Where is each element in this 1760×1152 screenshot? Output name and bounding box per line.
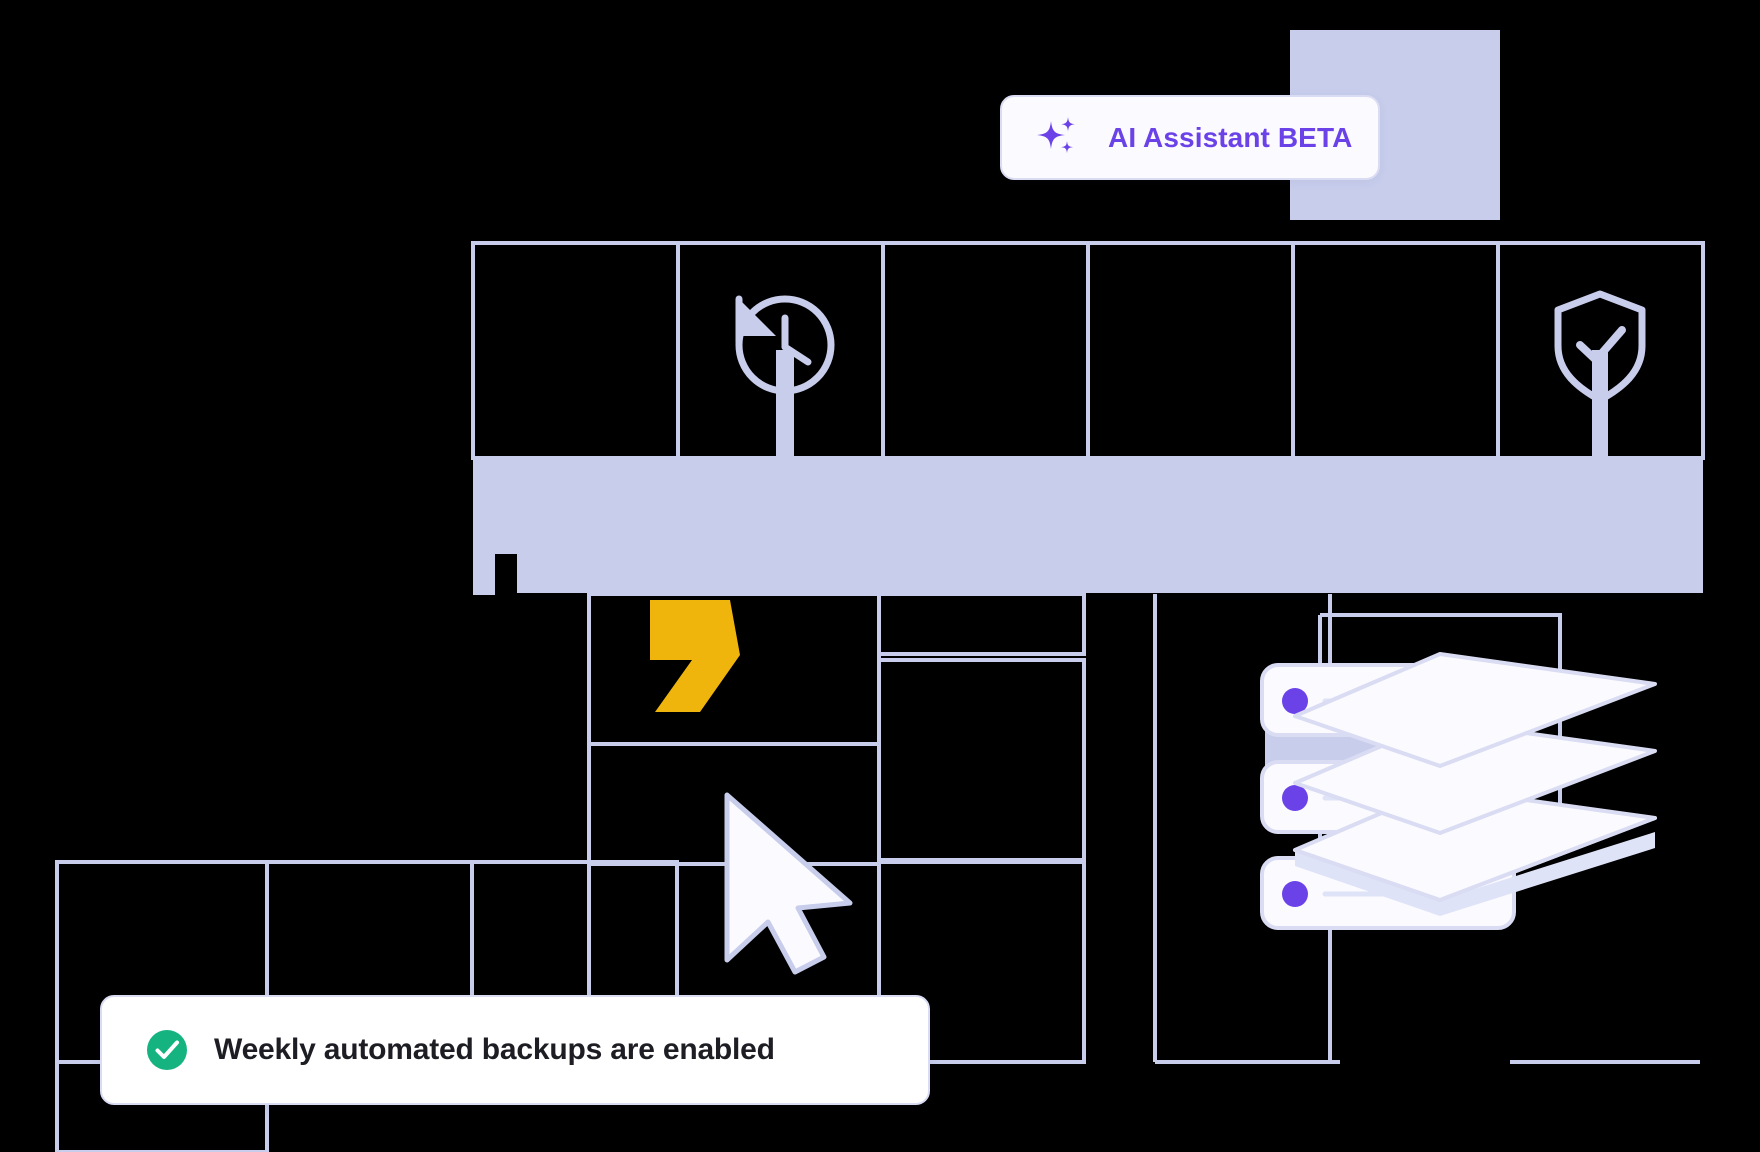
backup-status-toast[interactable]: Weekly automated backups are enabled xyxy=(100,995,930,1105)
backup-status-label: Weekly automated backups are enabled xyxy=(214,1033,775,1066)
sparkle-icon xyxy=(1037,116,1075,153)
ai-assistant-label: AI Assistant BETA xyxy=(1108,121,1353,153)
document-stack xyxy=(1293,652,1657,916)
ai-assistant-badge[interactable]: AI Assistant BETA xyxy=(1000,95,1380,180)
illustration-canvas: AI Assistant BETA Weekly automated backu… xyxy=(0,0,1760,1152)
check-circle-icon xyxy=(147,1030,187,1070)
